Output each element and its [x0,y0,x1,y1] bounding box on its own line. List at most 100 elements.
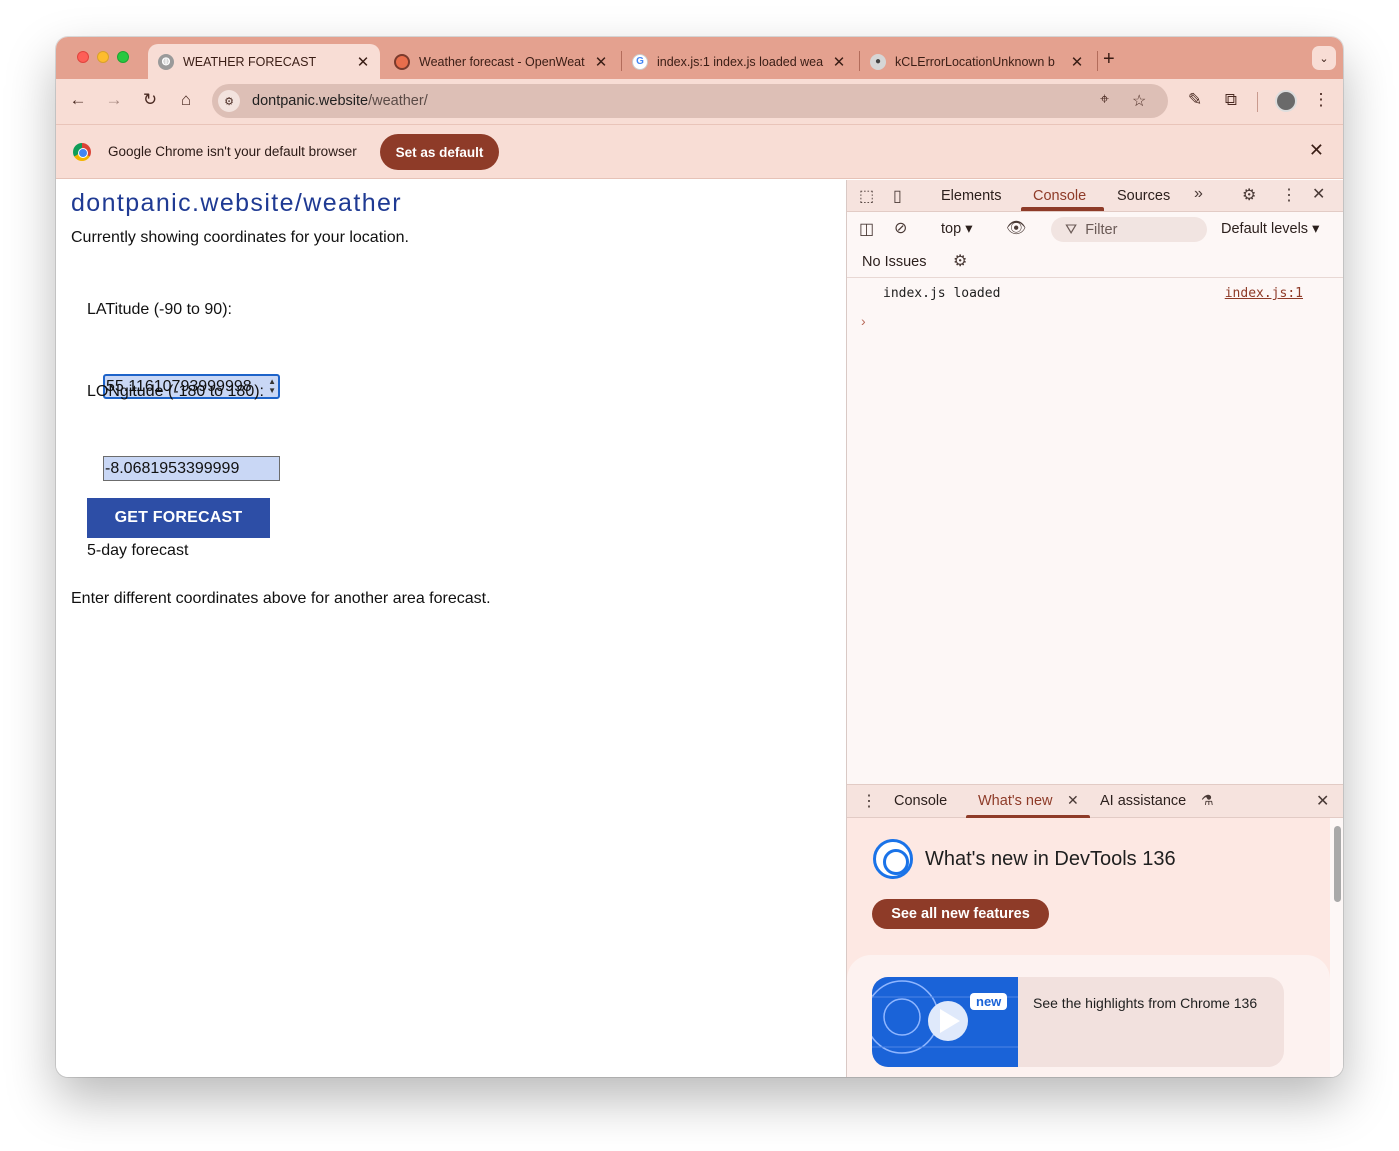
more-options-icon[interactable]: ⋮ [1281,185,1297,205]
active-tab-indicator [1021,207,1104,211]
default-browser-infobar: Google Chrome isn't your default browser… [56,124,1343,179]
toolbar-divider [1257,92,1258,112]
inspect-element-icon[interactable]: ⬚ [859,186,874,206]
console-settings-icon[interactable]: ⚙ [953,251,967,271]
close-icon[interactable]: ✕ [1312,184,1325,204]
see-all-features-button[interactable]: See all new features [872,899,1049,929]
close-icon[interactable]: ✕ [1316,791,1329,811]
tab-elements[interactable]: Elements [941,188,1001,204]
home-button[interactable]: ⌂ [175,90,197,110]
tab-strip: ◍ WEATHER FORECAST ✕ Weather forecast - … [56,37,1343,79]
new-badge: new [970,993,1008,1010]
site-info-icon[interactable]: ⚙ [218,90,240,112]
issues-count[interactable]: No Issues [862,254,926,270]
close-icon[interactable]: ✕ [352,53,374,71]
chrome-outline-graphic [872,980,1018,1054]
globe-icon: ◍ [158,53,174,70]
devtools-tabbar: ⬚ ▯ Elements Console Sources » ⚙ ⋮ ✕ [847,180,1343,212]
browser-toolbar: ← → ↻ ⌂ ⚙ dontpanic.website/weather/ ⌖ ☆… [56,79,1343,124]
more-tabs-icon[interactable]: » [1194,185,1203,203]
tab-console[interactable]: Console [1033,188,1086,204]
location-pin-icon[interactable]: ⌖ [1100,91,1109,109]
close-icon[interactable]: ✕ [828,53,850,71]
url-path: /weather/ [368,93,428,109]
longitude-value: -8.0681953399999 [105,459,240,477]
drawer-tab-console[interactable]: Console [894,793,947,809]
page-subtitle: Currently showing coordinates for your l… [71,229,409,246]
levels-value: Default levels [1221,221,1309,237]
issues-row: No Issues ⚙ [847,246,1343,278]
url-text[interactable]: dontpanic.website/weather/ [252,93,428,109]
tab-apple-forum[interactable]: ● kCLErrorLocationUnknown b ✕ [860,44,1094,79]
infobar-message: Google Chrome isn't your default browser [108,144,357,159]
eye-icon[interactable]: 👁 [1006,218,1026,238]
tab-search-button[interactable]: ⌄ [1312,46,1336,70]
page-title: dontpanic.website/weather [71,189,403,217]
filter-input[interactable]: ⛛ Filter [1051,217,1207,242]
google-icon: G [632,53,648,70]
tab-openweather[interactable]: Weather forecast - OpenWeat ✕ [384,44,618,79]
new-tab-button[interactable]: + [1103,48,1115,71]
bookmark-star-icon[interactable]: ☆ [1132,91,1146,111]
close-icon[interactable]: ✕ [590,53,612,71]
tab-title: index.js:1 index.js loaded wea [657,54,824,69]
get-forecast-button[interactable]: GET FORECAST [87,498,270,538]
console-message: index.js loaded [883,286,1001,301]
url-domain: dontpanic.website [252,93,369,109]
devtools-panel: ⬚ ▯ Elements Console Sources » ⚙ ⋮ ✕ ◫ ⊘… [846,180,1343,1077]
close-window-button[interactable] [77,51,89,63]
devtools-drawer-tabbar: ⋮ Console What's new ✕ AI assistance ⚗ ✕ [847,784,1343,819]
footer-note: Enter different coordinates above for an… [71,590,491,607]
tab-title: Weather forecast - OpenWeat [419,54,585,69]
scroll-thumb[interactable] [1334,826,1341,902]
device-toolbar-icon[interactable]: ▯ [893,186,902,206]
video-thumbnail[interactable]: new [872,977,1018,1067]
console-prompt-icon[interactable]: › [861,313,866,329]
forward-button[interactable]: → [103,90,125,110]
tab-title: kCLErrorLocationUnknown b [895,54,1055,69]
tab-separator [1097,51,1098,71]
profile-avatar[interactable] [1275,90,1297,112]
extensions-puzzle-icon[interactable]: ⧉ [1220,90,1242,110]
drawer-menu-icon[interactable]: ⋮ [861,791,877,811]
set-as-default-button[interactable]: Set as default [380,134,499,170]
drawer-scrollbar[interactable] [1331,818,1343,1077]
log-levels-dropdown[interactable]: Default levels ▾ [1221,221,1319,237]
clear-console-icon[interactable]: ⊘ [894,218,907,238]
close-icon[interactable]: ✕ [1067,792,1079,809]
flask-icon: ⚗ [1201,792,1214,808]
filter-icon: ⛛ [1065,221,1078,238]
tab-title: WEATHER FORECAST [183,54,317,69]
forecast-caption: 5-day forecast [87,542,189,559]
minimize-window-button[interactable] [97,51,109,63]
reload-button[interactable]: ↻ [139,90,161,110]
home-icon: ⌂ [180,90,192,109]
console-source-link[interactable]: index.js:1 [1225,286,1303,301]
pen-extension-icon[interactable]: ✎ [1184,90,1206,110]
sidebar-toggle-icon[interactable]: ◫ [859,219,874,239]
tab-sources[interactable]: Sources [1117,188,1170,204]
console-toolbar: ◫ ⊘ top ▾ 👁 ⛛ Filter Default levels ▾ [847,212,1343,246]
latitude-label: LATitude (-90 to 90): [87,301,232,318]
drawer-tab-whats-new[interactable]: What's new [978,793,1053,809]
settings-gear-icon[interactable]: ⚙ [1242,185,1256,205]
address-bar[interactable]: ⚙ dontpanic.website/weather/ ⌖ ☆ [212,84,1168,118]
context-value: top [941,221,962,237]
number-spinner[interactable]: ▲ ▼ [268,377,276,395]
video-card[interactable]: new See the highlights from Chrome 136 [872,977,1284,1067]
apple-icon: ● [870,53,886,70]
maximize-window-button[interactable] [117,51,129,63]
drawer-tab-ai-assistance[interactable]: AI assistance [1100,793,1186,809]
chevron-down-icon: ⌄ [1319,52,1329,65]
longitude-input[interactable]: -8.0681953399999 [103,456,280,481]
whats-new-panel: What's new in DevTools 136 See all new f… [847,818,1330,1077]
reload-icon: ↻ [142,90,158,109]
filter-placeholder: Filter [1085,221,1118,238]
close-icon[interactable]: ✕ [1066,53,1088,71]
back-button[interactable]: ← [67,90,89,110]
context-selector[interactable]: top ▾ [941,221,972,237]
tab-google-search[interactable]: G index.js:1 index.js loaded wea ✕ [622,44,856,79]
more-menu-icon[interactable]: ⋮ [1310,90,1332,110]
tab-weather-forecast[interactable]: ◍ WEATHER FORECAST ✕ [148,44,380,79]
close-icon[interactable]: ✕ [1309,140,1324,161]
